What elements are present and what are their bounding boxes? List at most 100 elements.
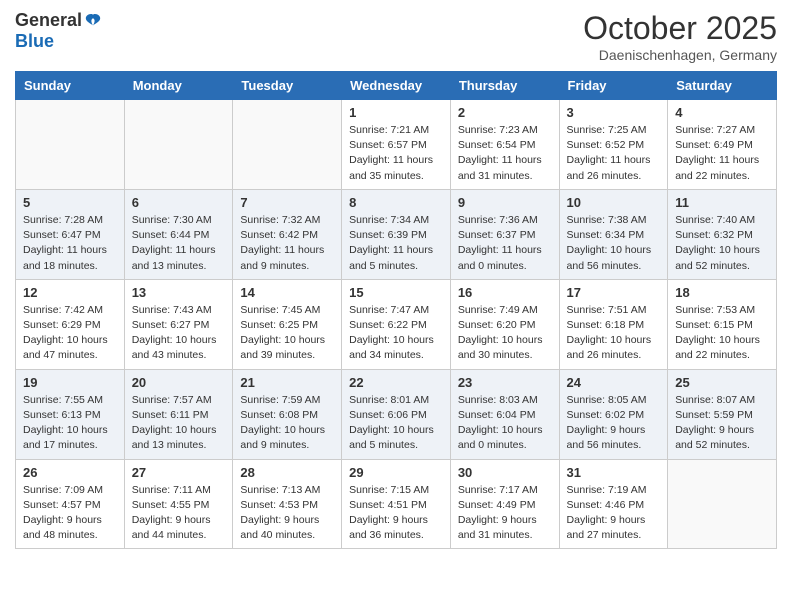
location: Daenischenhagen, Germany	[583, 47, 777, 63]
day-number: 28	[240, 465, 334, 480]
day-info: Sunrise: 7:36 AM Sunset: 6:37 PM Dayligh…	[458, 213, 552, 274]
calendar-cell: 22Sunrise: 8:01 AM Sunset: 6:06 PM Dayli…	[342, 369, 451, 459]
day-number: 23	[458, 375, 552, 390]
day-number: 31	[567, 465, 661, 480]
day-number: 24	[567, 375, 661, 390]
day-info: Sunrise: 7:42 AM Sunset: 6:29 PM Dayligh…	[23, 303, 117, 364]
day-number: 19	[23, 375, 117, 390]
day-info: Sunrise: 7:49 AM Sunset: 6:20 PM Dayligh…	[458, 303, 552, 364]
day-info: Sunrise: 7:17 AM Sunset: 4:49 PM Dayligh…	[458, 483, 552, 544]
calendar-cell: 13Sunrise: 7:43 AM Sunset: 6:27 PM Dayli…	[124, 279, 233, 369]
col-sunday: Sunday	[16, 72, 125, 100]
day-info: Sunrise: 7:51 AM Sunset: 6:18 PM Dayligh…	[567, 303, 661, 364]
day-info: Sunrise: 8:03 AM Sunset: 6:04 PM Dayligh…	[458, 393, 552, 454]
day-number: 22	[349, 375, 443, 390]
calendar-cell: 14 Sunrise: 7:45 AM Sunset: 6:25 PM Dayli…	[233, 279, 342, 369]
calendar-cell: 25 Sunrise: 8:07 AM Sunset: 5:59 PM Dayli…	[668, 369, 777, 459]
logo-bird-icon	[84, 12, 102, 30]
day-number: 12	[23, 285, 117, 300]
day-number: 27	[132, 465, 226, 480]
day-info: Sunrise: 7:13 AM Sunset: 4:53 PM Dayligh…	[240, 483, 334, 544]
calendar-cell: 10 Sunrise: 7:38 AM Sunset: 6:34 PM Dayli…	[559, 189, 668, 279]
col-friday: Friday	[559, 72, 668, 100]
day-info: Sunrise: 8:07 AM Sunset: 5:59 PM Dayligh…	[675, 393, 769, 454]
calendar-cell: 28 Sunrise: 7:13 AM Sunset: 4:53 PM Dayli…	[233, 459, 342, 549]
day-number: 26	[23, 465, 117, 480]
day-info: Sunrise: 7:09 AM Sunset: 4:57 PM Dayligh…	[23, 483, 117, 544]
month-title: October 2025	[583, 10, 777, 47]
calendar-week-row: 12 Sunrise: 7:42 AM Sunset: 6:29 PM Dayli…	[16, 279, 777, 369]
day-info: Sunrise: 7:21 AM Sunset: 6:57 PM Dayligh…	[349, 123, 443, 184]
calendar-cell: 9 Sunrise: 7:36 AM Sunset: 6:37 PM Daylig…	[450, 189, 559, 279]
day-number: 3	[567, 105, 661, 120]
calendar-cell: 21 Sunrise: 7:59 AM Sunset: 6:08 PM Dayli…	[233, 369, 342, 459]
day-info: Sunrise: 7:23 AM Sunset: 6:54 PM Dayligh…	[458, 123, 552, 184]
day-number: 2	[458, 105, 552, 120]
calendar-cell: 19 Sunrise: 7:55 AM Sunset: 6:13 PM Dayli…	[16, 369, 125, 459]
day-number: 1	[349, 105, 443, 120]
day-info: Sunrise: 7:30 AM Sunset: 6:44 PM Dayligh…	[132, 213, 226, 274]
logo-general-text: General	[15, 10, 82, 31]
day-info: Sunrise: 7:32 AM Sunset: 6:42 PM Dayligh…	[240, 213, 334, 274]
header: General Blue October 2025 Daenischenhage…	[15, 10, 777, 63]
day-info: Sunrise: 7:25 AM Sunset: 6:52 PM Dayligh…	[567, 123, 661, 184]
calendar-cell	[16, 100, 125, 190]
col-saturday: Saturday	[668, 72, 777, 100]
calendar-cell: 24Sunrise: 8:05 AM Sunset: 6:02 PM Dayli…	[559, 369, 668, 459]
day-number: 15	[349, 285, 443, 300]
calendar-cell: 11 Sunrise: 7:40 AM Sunset: 6:32 PM Dayli…	[668, 189, 777, 279]
calendar-cell	[233, 100, 342, 190]
day-info: Sunrise: 7:40 AM Sunset: 6:32 PM Dayligh…	[675, 213, 769, 274]
calendar-table: Sunday Monday Tuesday Wednesday Thursday…	[15, 71, 777, 549]
day-number: 14	[240, 285, 334, 300]
calendar-week-row: 19 Sunrise: 7:55 AM Sunset: 6:13 PM Dayli…	[16, 369, 777, 459]
calendar-cell: 23 Sunrise: 8:03 AM Sunset: 6:04 PM Dayli…	[450, 369, 559, 459]
day-info: Sunrise: 7:11 AM Sunset: 4:55 PM Dayligh…	[132, 483, 226, 544]
day-number: 18	[675, 285, 769, 300]
col-wednesday: Wednesday	[342, 72, 451, 100]
day-info: Sunrise: 7:55 AM Sunset: 6:13 PM Dayligh…	[23, 393, 117, 454]
day-number: 13	[132, 285, 226, 300]
calendar-cell: 20 Sunrise: 7:57 AM Sunset: 6:11 PM Dayli…	[124, 369, 233, 459]
calendar-cell: 31Sunrise: 7:19 AM Sunset: 4:46 PM Dayli…	[559, 459, 668, 549]
calendar-cell: 2 Sunrise: 7:23 AM Sunset: 6:54 PM Daylig…	[450, 100, 559, 190]
calendar-week-row: 1 Sunrise: 7:21 AM Sunset: 6:57 PM Daylig…	[16, 100, 777, 190]
calendar-cell: 7Sunrise: 7:32 AM Sunset: 6:42 PM Daylig…	[233, 189, 342, 279]
logo: General Blue	[15, 10, 102, 52]
day-info: Sunrise: 7:59 AM Sunset: 6:08 PM Dayligh…	[240, 393, 334, 454]
calendar-cell: 3 Sunrise: 7:25 AM Sunset: 6:52 PM Daylig…	[559, 100, 668, 190]
day-number: 25	[675, 375, 769, 390]
col-thursday: Thursday	[450, 72, 559, 100]
calendar-cell: 15 Sunrise: 7:47 AM Sunset: 6:22 PM Dayli…	[342, 279, 451, 369]
calendar-cell: 16Sunrise: 7:49 AM Sunset: 6:20 PM Dayli…	[450, 279, 559, 369]
day-number: 9	[458, 195, 552, 210]
day-number: 5	[23, 195, 117, 210]
calendar-cell: 29Sunrise: 7:15 AM Sunset: 4:51 PM Dayli…	[342, 459, 451, 549]
day-info: Sunrise: 7:27 AM Sunset: 6:49 PM Dayligh…	[675, 123, 769, 184]
calendar-cell: 30Sunrise: 7:17 AM Sunset: 4:49 PM Dayli…	[450, 459, 559, 549]
day-info: Sunrise: 7:28 AM Sunset: 6:47 PM Dayligh…	[23, 213, 117, 274]
calendar-cell: 6 Sunrise: 7:30 AM Sunset: 6:44 PM Daylig…	[124, 189, 233, 279]
day-info: Sunrise: 7:45 AM Sunset: 6:25 PM Dayligh…	[240, 303, 334, 364]
page-container: General Blue October 2025 Daenischenhage…	[0, 0, 792, 559]
calendar-cell: 1 Sunrise: 7:21 AM Sunset: 6:57 PM Daylig…	[342, 100, 451, 190]
calendar-cell: 17Sunrise: 7:51 AM Sunset: 6:18 PM Dayli…	[559, 279, 668, 369]
calendar-cell: 26 Sunrise: 7:09 AM Sunset: 4:57 PM Dayli…	[16, 459, 125, 549]
calendar-cell: 27 Sunrise: 7:11 AM Sunset: 4:55 PM Dayli…	[124, 459, 233, 549]
day-info: Sunrise: 7:57 AM Sunset: 6:11 PM Dayligh…	[132, 393, 226, 454]
day-info: Sunrise: 7:53 AM Sunset: 6:15 PM Dayligh…	[675, 303, 769, 364]
day-info: Sunrise: 7:47 AM Sunset: 6:22 PM Dayligh…	[349, 303, 443, 364]
col-tuesday: Tuesday	[233, 72, 342, 100]
calendar-cell: 5 Sunrise: 7:28 AM Sunset: 6:47 PM Daylig…	[16, 189, 125, 279]
calendar-week-row: 26 Sunrise: 7:09 AM Sunset: 4:57 PM Dayli…	[16, 459, 777, 549]
col-monday: Monday	[124, 72, 233, 100]
calendar-cell: 8Sunrise: 7:34 AM Sunset: 6:39 PM Daylig…	[342, 189, 451, 279]
day-number: 21	[240, 375, 334, 390]
day-number: 11	[675, 195, 769, 210]
day-number: 6	[132, 195, 226, 210]
day-number: 10	[567, 195, 661, 210]
day-info: Sunrise: 7:38 AM Sunset: 6:34 PM Dayligh…	[567, 213, 661, 274]
day-number: 20	[132, 375, 226, 390]
calendar-cell: 18 Sunrise: 7:53 AM Sunset: 6:15 PM Dayli…	[668, 279, 777, 369]
calendar-cell	[668, 459, 777, 549]
